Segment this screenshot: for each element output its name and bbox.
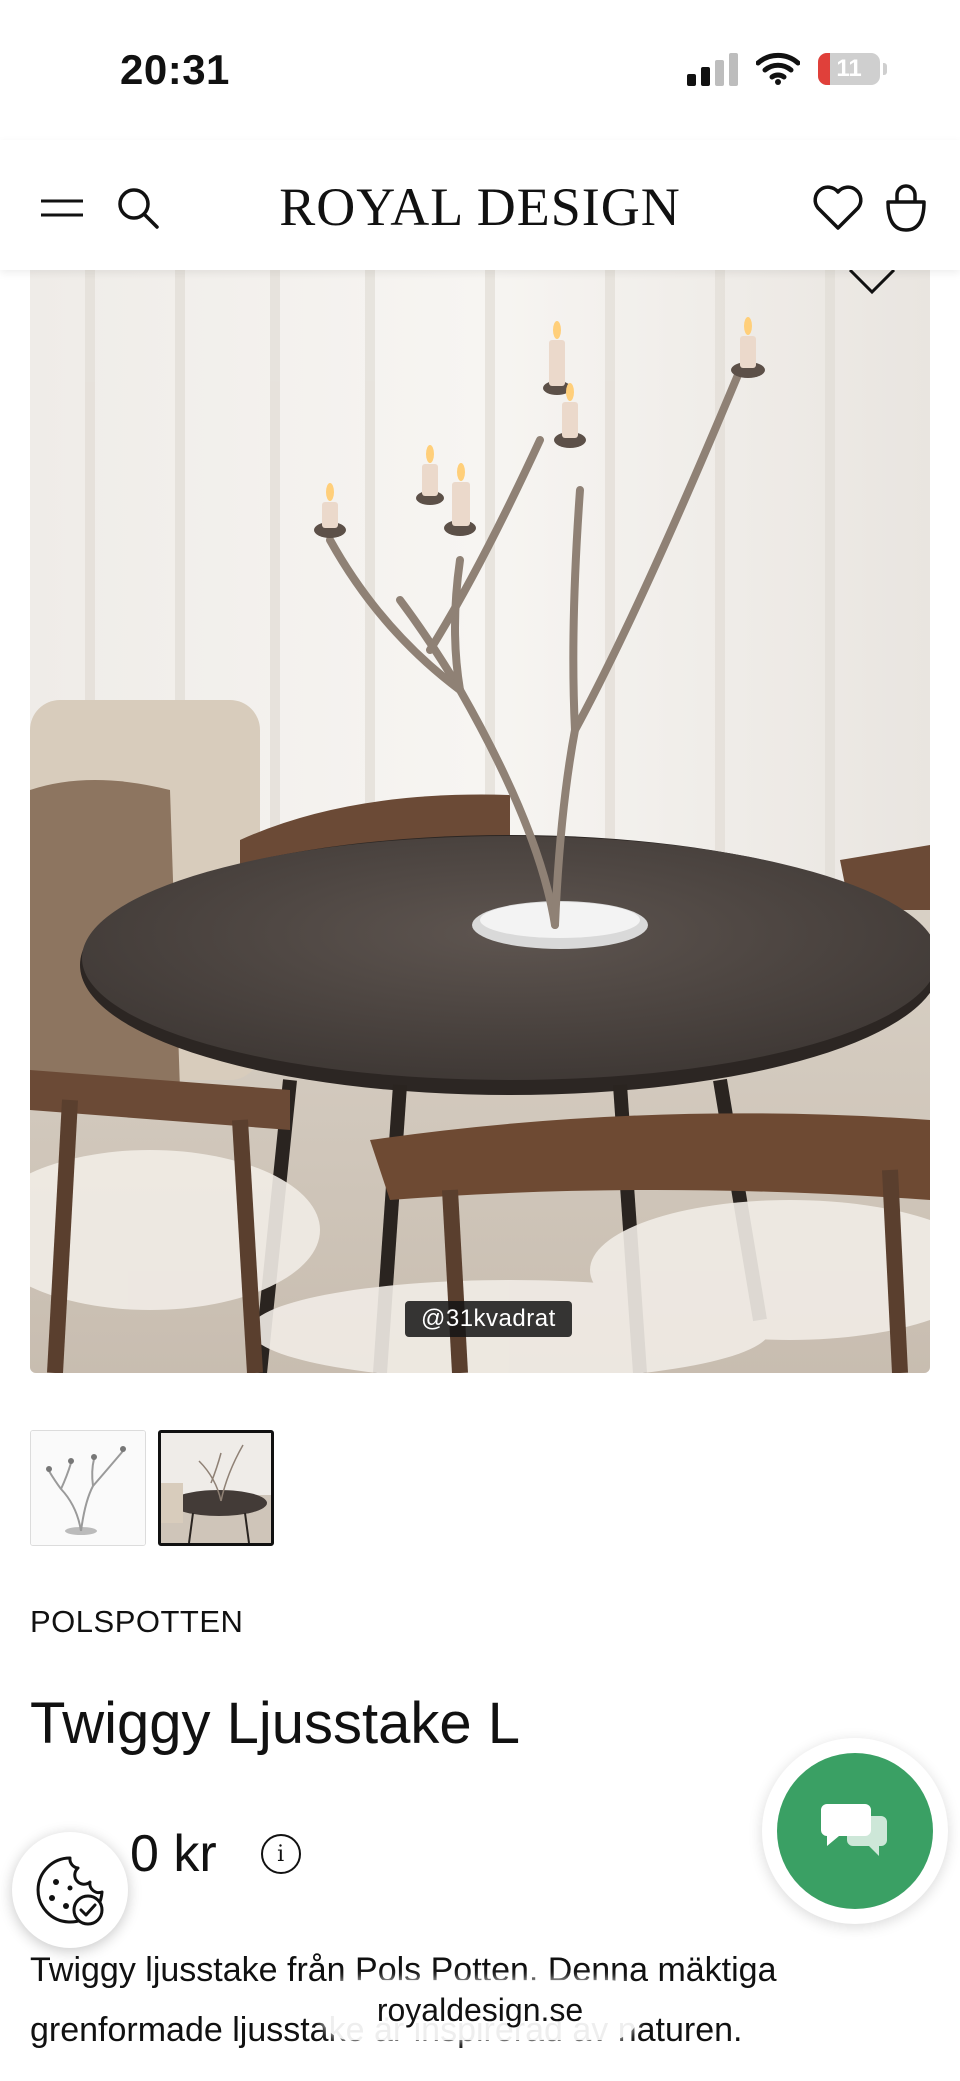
battery-level: 11 — [836, 55, 862, 82]
status-bar: 20:31 11 — [0, 0, 960, 140]
status-icons: 11 — [687, 52, 887, 86]
heart-icon[interactable] — [810, 180, 866, 236]
chat-bubbles-icon — [821, 1804, 887, 1856]
image-credit: @31kvadrat — [405, 1301, 572, 1337]
wifi-icon — [756, 52, 800, 85]
info-icon[interactable]: i — [260, 1834, 301, 1874]
price-row: 0 kr i — [130, 1824, 301, 1884]
product-thumbnail-1[interactable] — [30, 1430, 146, 1546]
battery-icon: 11 — [818, 53, 887, 85]
bag-icon[interactable] — [878, 180, 934, 236]
product-main-image[interactable]: @31kvadrat — [30, 270, 930, 1373]
cookie-settings-button[interactable] — [12, 1832, 128, 1948]
product-brand[interactable]: POLSPOTTEN — [30, 1604, 243, 1640]
chat-button[interactable] — [762, 1738, 948, 1924]
product-price: 0 kr — [130, 1825, 217, 1883]
site-header: ROYAL DESIGN — [0, 140, 960, 270]
browser-url-bar[interactable]: royaldesign.se — [320, 1980, 640, 2040]
thumbnail-strip — [30, 1430, 274, 1546]
product-title: Twiggy Ljusstake L — [30, 1691, 521, 1756]
cellular-signal-icon — [687, 52, 738, 86]
status-time: 20:31 — [120, 46, 230, 93]
cookie-icon — [36, 1856, 104, 1926]
product-thumbnail-2[interactable] — [158, 1430, 274, 1546]
